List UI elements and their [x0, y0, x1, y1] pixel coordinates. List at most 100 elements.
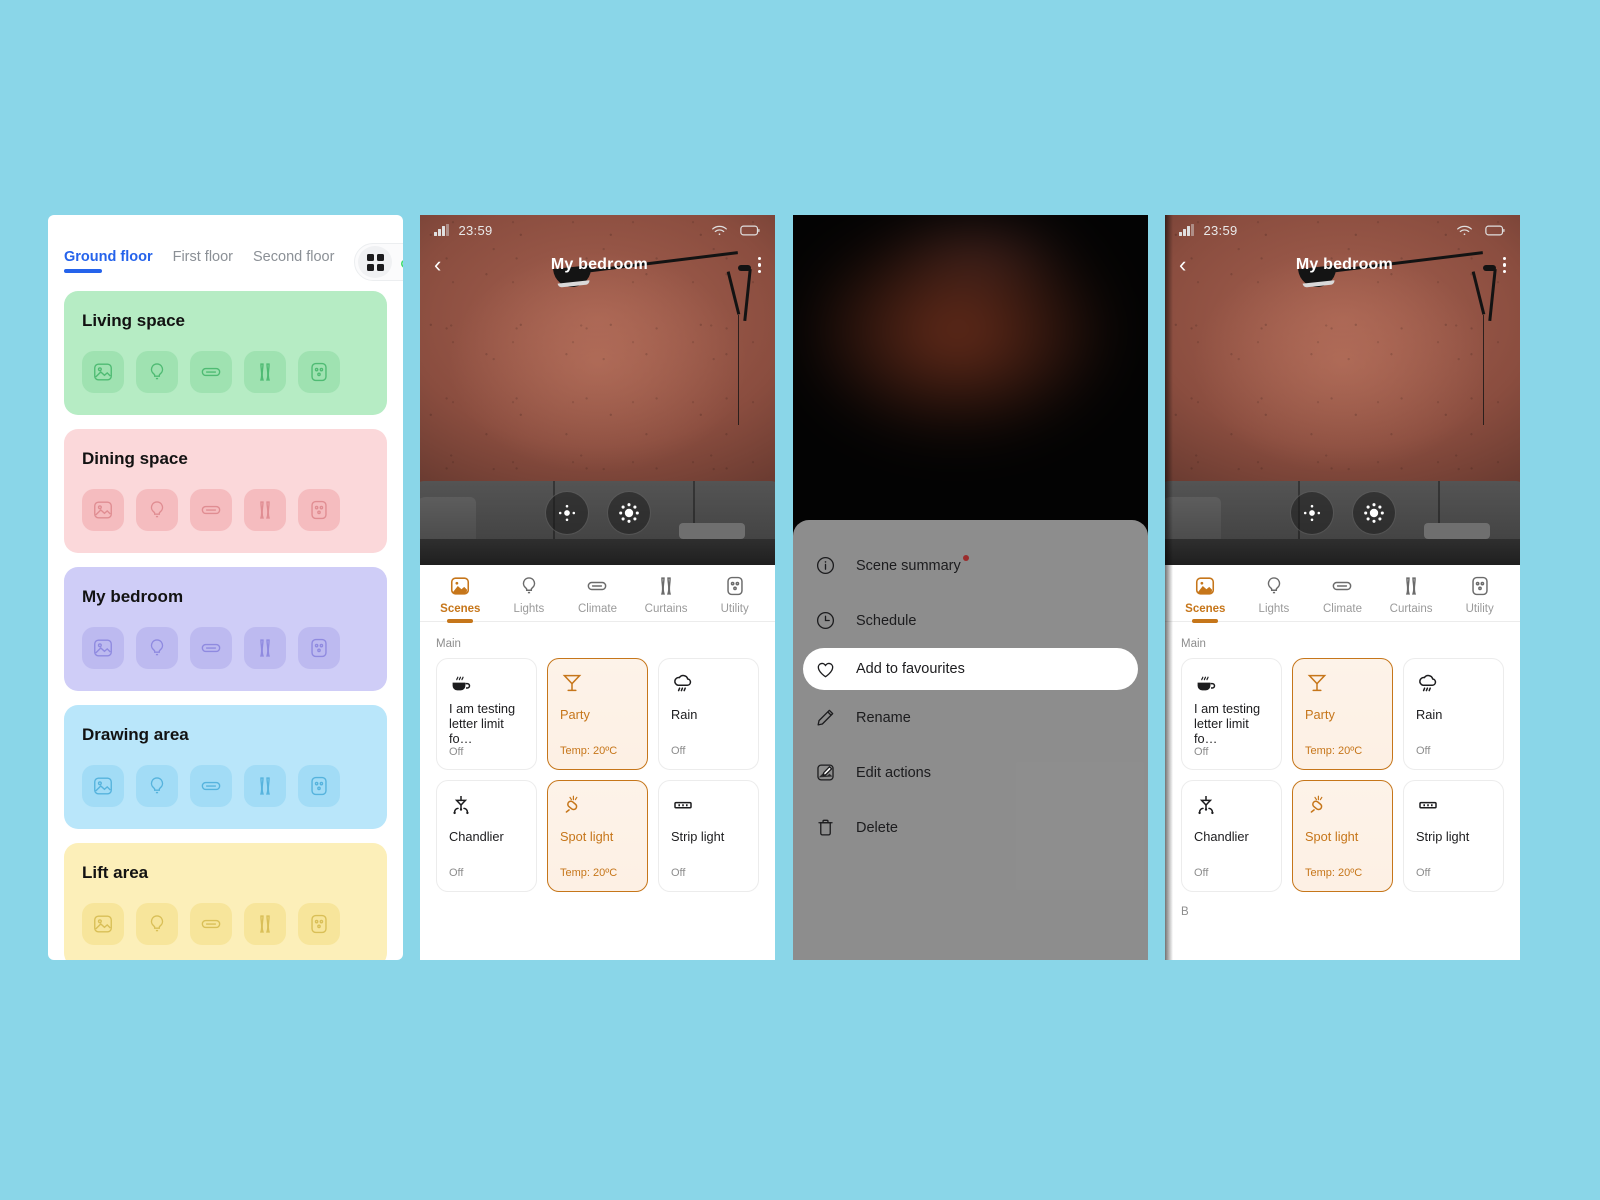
brightness-low-button[interactable]: [544, 491, 589, 535]
grid-view-button[interactable]: [358, 246, 393, 278]
scene-card[interactable]: I am testing letter limit fo… Off: [1181, 658, 1282, 770]
menu-item-edit-actions[interactable]: Edit actions: [793, 745, 1148, 800]
wifi-icon: [712, 225, 727, 235]
room-device-curtain-icon[interactable]: [244, 765, 286, 807]
tab-curtains[interactable]: Curtains: [1377, 575, 1446, 621]
menu-item-add-to-favourites[interactable]: Add to favourites: [803, 648, 1138, 690]
menu-item-label-wrap: Add to favourites: [856, 661, 965, 677]
room-device-curtain-icon[interactable]: [244, 627, 286, 669]
section-label-obscured: B: [1181, 906, 1189, 918]
brightness-high-button[interactable]: [606, 491, 651, 535]
brightness-low-button[interactable]: [1289, 491, 1334, 535]
menu-item-label: Rename: [856, 709, 911, 726]
tab-lights[interactable]: Lights: [1240, 575, 1309, 621]
tab-utility[interactable]: Utility: [700, 575, 769, 621]
room-device-ac-icon[interactable]: [190, 903, 232, 945]
scene-icon-wrap: [1194, 671, 1271, 695]
room-card[interactable]: My bedroom: [64, 567, 387, 691]
tab-lights[interactable]: Lights: [495, 575, 564, 621]
room-device-ac-icon[interactable]: [190, 351, 232, 393]
back-chevron-icon[interactable]: ‹: [434, 254, 441, 276]
room-device-ac-icon[interactable]: [190, 627, 232, 669]
tab-label: Lights: [513, 603, 545, 615]
scene-title: Rain: [671, 707, 698, 722]
app-bar: ‹ My bedroom: [420, 245, 775, 285]
scene-card[interactable]: Rain Off: [1403, 658, 1504, 770]
room-card-title: Drawing area: [82, 725, 189, 744]
dimmed-hero-backdrop[interactable]: [793, 215, 1148, 525]
room-device-image-icon[interactable]: [82, 489, 124, 531]
room-device-curtain-icon[interactable]: [244, 903, 286, 945]
room-device-bulb-icon[interactable]: [136, 903, 178, 945]
menu-item-schedule[interactable]: Schedule: [793, 593, 1148, 648]
scene-card[interactable]: Party Temp: 20ºC: [1292, 658, 1393, 770]
kebab-menu-icon[interactable]: [1502, 256, 1506, 274]
kebab-menu-icon[interactable]: [757, 256, 761, 274]
scene-icon-wrap: [1194, 793, 1271, 823]
tab-climate[interactable]: Climate: [563, 575, 632, 621]
room-device-socket-icon[interactable]: [298, 903, 340, 945]
scene-icon-wrap: [671, 671, 748, 701]
scene-icon-wrap: [449, 671, 526, 695]
tab-curtains[interactable]: Curtains: [632, 575, 701, 621]
room-device-bulb-icon[interactable]: [136, 627, 178, 669]
wifi-icon: [1457, 225, 1472, 235]
battery-icon: [1485, 225, 1505, 235]
scene-card[interactable]: Strip light Off: [658, 780, 759, 892]
menu-item-rename[interactable]: Rename: [793, 690, 1148, 745]
scene-card[interactable]: Party Temp: 20ºC: [547, 658, 648, 770]
tab-utility[interactable]: Utility: [1445, 575, 1514, 621]
scene-card[interactable]: I am testing letter limit fo… Off: [436, 658, 537, 770]
scene-title: Chandlier: [1194, 829, 1249, 844]
room-device-ac-icon[interactable]: [190, 489, 232, 531]
scene-card[interactable]: Chandlier Off: [436, 780, 537, 892]
scene-card[interactable]: Spot light Temp: 20ºC: [547, 780, 648, 892]
menu-item-scene-summary[interactable]: Scene summary: [793, 538, 1148, 593]
scene-card[interactable]: Chandlier Off: [1181, 780, 1282, 892]
back-chevron-icon[interactable]: ‹: [1179, 254, 1186, 276]
room-device-ac-icon[interactable]: [190, 765, 232, 807]
scene-context-menu: Scene summary Schedule Add to favourites Re…: [793, 520, 1148, 960]
scene-card[interactable]: Rain Off: [658, 658, 759, 770]
room-device-icons: [82, 765, 369, 807]
room-hero-image: 23:59 ‹ My bedroom: [420, 215, 775, 565]
room-device-bulb-icon[interactable]: [136, 489, 178, 531]
floor-tab-second[interactable]: Second floor: [253, 249, 334, 275]
scene-title: Rain: [1416, 707, 1443, 722]
panel-room-detail: 23:59 ‹ My bedroom Scenes Lights Climate…: [420, 215, 775, 960]
menu-item-label-wrap: Scene summary: [856, 554, 969, 574]
room-card-title: Dining space: [82, 449, 188, 468]
room-device-socket-icon[interactable]: [298, 627, 340, 669]
room-card[interactable]: Dining space: [64, 429, 387, 553]
cloud-view-button[interactable]: [392, 246, 403, 278]
room-card[interactable]: Lift area: [64, 843, 387, 960]
brightness-high-button[interactable]: [1351, 491, 1396, 535]
room-device-socket-icon[interactable]: [298, 351, 340, 393]
menu-item-delete[interactable]: Delete: [793, 800, 1148, 855]
spotlight-icon: [1310, 795, 1323, 813]
scene-card[interactable]: Spot light Temp: 20ºC: [1292, 780, 1393, 892]
socket-icon: [726, 576, 743, 596]
room-device-curtain-icon[interactable]: [244, 351, 286, 393]
room-card-title: Lift area: [82, 863, 149, 882]
tab-label: Scenes: [1185, 603, 1226, 615]
tab-scenes[interactable]: Scenes: [1171, 575, 1240, 621]
room-device-socket-icon[interactable]: [298, 489, 340, 531]
socket-icon: [311, 776, 327, 796]
room-device-socket-icon[interactable]: [298, 765, 340, 807]
room-device-image-icon[interactable]: [82, 627, 124, 669]
room-device-bulb-icon[interactable]: [136, 765, 178, 807]
panel-context-menu: Scene summary Schedule Add to favourites Re…: [793, 215, 1148, 960]
room-device-image-icon[interactable]: [82, 351, 124, 393]
room-device-image-icon[interactable]: [82, 765, 124, 807]
room-device-image-icon[interactable]: [82, 903, 124, 945]
room-device-bulb-icon[interactable]: [136, 351, 178, 393]
scene-card[interactable]: Strip light Off: [1403, 780, 1504, 892]
room-card[interactable]: Drawing area: [64, 705, 387, 829]
room-device-curtain-icon[interactable]: [244, 489, 286, 531]
tab-scenes[interactable]: Scenes: [426, 575, 495, 621]
tab-climate[interactable]: Climate: [1308, 575, 1377, 621]
floor-tab-ground[interactable]: Ground floor: [64, 249, 153, 275]
room-card[interactable]: Living space: [64, 291, 387, 415]
floor-tab-first[interactable]: First floor: [173, 249, 233, 275]
